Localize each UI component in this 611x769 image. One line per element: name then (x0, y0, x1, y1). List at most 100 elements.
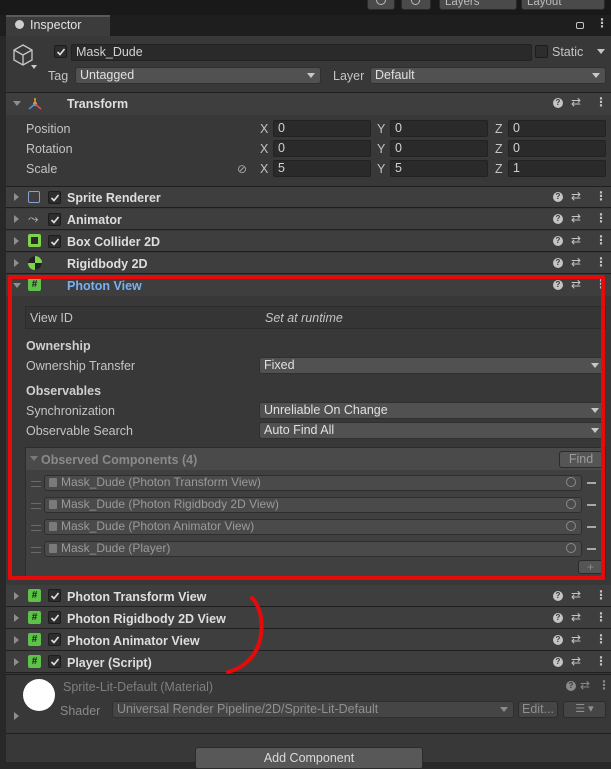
layout-dropdown[interactable]: Layout (521, 0, 605, 10)
shader-options-button[interactable]: ☰ ▾ (563, 701, 606, 718)
lock-icon[interactable] (576, 22, 584, 29)
foldout-icon[interactable] (14, 592, 19, 600)
axis-y-label: Y (377, 142, 386, 156)
link-icon[interactable]: ⊘ (237, 162, 247, 176)
axis-z-label: Z (495, 162, 503, 176)
axis-y-label: Y (377, 122, 386, 136)
position-x-value: 0 (278, 121, 285, 135)
context-menu-icon[interactable]: ⋮ (595, 588, 607, 602)
position-y-input[interactable]: 0 (390, 120, 488, 137)
tab-title: Inspector (30, 18, 82, 32)
layout-label: Layout (527, 0, 562, 8)
box-collider-icon (28, 234, 41, 247)
presets-icon[interactable]: ⇄ (571, 654, 581, 668)
static-checkbox[interactable] (535, 45, 548, 58)
info-icon (15, 20, 24, 29)
rotation-x-input[interactable]: 0 (273, 140, 371, 157)
axis-y-label: Y (377, 162, 386, 176)
top-toolbar (0, 0, 611, 15)
tab-inspector[interactable]: Inspector (6, 15, 110, 36)
static-dropdown-icon[interactable] (597, 49, 605, 54)
component-title: Box Collider 2D (67, 235, 161, 249)
component-title: Animator (67, 213, 122, 227)
presets-icon[interactable]: ⇄ (571, 95, 581, 109)
foldout-icon[interactable] (14, 259, 19, 267)
position-x-input[interactable]: 0 (273, 120, 371, 137)
component-title: Player (Script) (67, 656, 152, 670)
tag-value: Untagged (80, 68, 135, 82)
foldout-icon[interactable] (14, 614, 19, 622)
help-icon[interactable]: ? (553, 613, 563, 623)
help-icon[interactable]: ? (553, 236, 563, 246)
rotation-label: Rotation (26, 142, 73, 156)
enabled-checkbox[interactable] (48, 611, 61, 624)
context-menu-icon[interactable]: ⋮ (595, 211, 607, 225)
presets-icon[interactable]: ⇄ (571, 632, 581, 646)
axis-x-label: X (260, 142, 269, 156)
chevron-down-icon (592, 73, 600, 78)
search-button[interactable] (401, 0, 431, 10)
enabled-checkbox[interactable] (48, 589, 61, 602)
script-icon: # (28, 655, 41, 668)
presets-icon[interactable]: ⇄ (571, 211, 581, 225)
transform-foldout[interactable] (13, 101, 21, 106)
context-menu-icon[interactable]: ⋮ (595, 233, 607, 247)
gameobject-icon (12, 42, 38, 73)
presets-icon[interactable]: ⇄ (580, 678, 590, 692)
shader-dropdown[interactable]: Universal Render Pipeline/2D/Sprite-Lit-… (112, 701, 514, 718)
foldout-icon[interactable] (14, 658, 19, 666)
rotation-z-input[interactable]: 0 (508, 140, 606, 157)
object-name-input[interactable]: Mask_Dude (71, 44, 532, 61)
history-button[interactable] (367, 0, 395, 10)
help-icon[interactable]: ? (553, 214, 563, 224)
enabled-checkbox[interactable] (48, 633, 61, 646)
enabled-checkbox[interactable] (48, 235, 61, 248)
presets-icon[interactable]: ⇄ (571, 255, 581, 269)
photon-icon: # (28, 589, 41, 602)
rotation-y-input[interactable]: 0 (390, 140, 488, 157)
context-menu-icon[interactable]: ⋮ (595, 255, 607, 269)
scale-z-value: 1 (513, 161, 520, 175)
presets-icon[interactable]: ⇄ (571, 189, 581, 203)
tab-menu-icon[interactable]: ⋮ (596, 16, 608, 30)
help-icon[interactable]: ? (566, 681, 576, 691)
layer-dropdown[interactable]: Default (370, 67, 606, 84)
enabled-checkbox[interactable] (48, 213, 61, 226)
foldout-icon[interactable] (14, 237, 19, 245)
help-icon[interactable]: ? (553, 192, 563, 202)
scale-x-value: 5 (278, 161, 285, 175)
context-menu-icon[interactable]: ⋮ (598, 678, 610, 692)
scale-y-value: 5 (395, 161, 402, 175)
foldout-icon[interactable] (14, 193, 19, 201)
presets-icon[interactable]: ⇄ (571, 233, 581, 247)
scale-y-input[interactable]: 5 (390, 160, 488, 177)
help-icon[interactable]: ? (553, 98, 563, 108)
context-menu-icon[interactable]: ⋮ (595, 654, 607, 668)
context-menu-icon[interactable]: ⋮ (595, 610, 607, 624)
help-icon[interactable]: ? (553, 635, 563, 645)
position-label: Position (26, 122, 71, 136)
enabled-checkbox[interactable] (48, 191, 61, 204)
foldout-icon[interactable] (14, 215, 19, 223)
sprite-renderer-icon (28, 191, 40, 203)
help-icon[interactable]: ? (553, 591, 563, 601)
presets-icon[interactable]: ⇄ (571, 588, 581, 602)
help-icon[interactable]: ? (553, 657, 563, 667)
layers-dropdown[interactable]: Layers (439, 0, 517, 10)
enabled-checkbox[interactable] (48, 655, 61, 668)
context-menu-icon[interactable]: ⋮ (595, 632, 607, 646)
tag-dropdown[interactable]: Untagged (75, 67, 321, 84)
material-foldout[interactable] (14, 712, 19, 720)
help-icon[interactable]: ? (553, 258, 563, 268)
context-menu-icon[interactable]: ⋮ (595, 95, 607, 109)
position-z-input[interactable]: 0 (508, 120, 606, 137)
scale-z-input[interactable]: 1 (508, 160, 606, 177)
context-menu-icon[interactable]: ⋮ (595, 189, 607, 203)
foldout-icon[interactable] (14, 636, 19, 644)
edit-shader-button[interactable]: Edit... (518, 701, 558, 718)
axis-z-label: Z (495, 122, 503, 136)
presets-icon[interactable]: ⇄ (571, 610, 581, 624)
add-component-button[interactable]: Add Component (195, 747, 423, 769)
scale-x-input[interactable]: 5 (273, 160, 371, 177)
active-checkbox[interactable] (54, 45, 67, 58)
